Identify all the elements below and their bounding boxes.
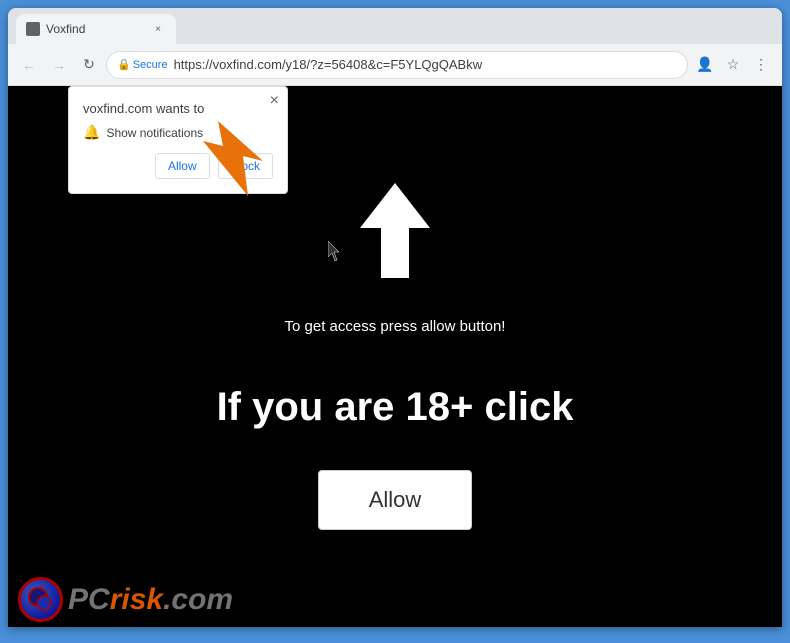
menu-button[interactable]: ⋮ bbox=[748, 52, 774, 78]
watermark-risk: risk bbox=[110, 583, 163, 616]
tab-title: Voxfind bbox=[46, 22, 144, 36]
page-content: × voxfind.com wants to 🔔 Show notificati… bbox=[8, 86, 782, 627]
up-arrow-shape bbox=[360, 183, 430, 278]
toolbar-right: 👤 ☆ ⋮ bbox=[692, 52, 774, 78]
secure-icon: 🔒 Secure bbox=[117, 58, 168, 71]
tab-favicon bbox=[26, 22, 40, 36]
address-bar: ← → ↻ 🔒 Secure https://voxfind.com/y18/?… bbox=[8, 44, 782, 86]
page-allow-button[interactable]: Allow bbox=[318, 470, 473, 530]
bookmark-button[interactable]: ☆ bbox=[720, 52, 746, 78]
up-arrow-container: To get access press allow button! If you… bbox=[217, 183, 574, 530]
forward-button[interactable]: → bbox=[46, 52, 72, 78]
tab-bar: Voxfind × bbox=[8, 8, 782, 44]
refresh-button[interactable]: ↻ bbox=[76, 52, 102, 78]
profile-button[interactable]: 👤 bbox=[692, 52, 718, 78]
back-button[interactable]: ← bbox=[16, 52, 42, 78]
popup-block-button[interactable]: Block bbox=[218, 153, 273, 179]
watermark-logo bbox=[18, 577, 63, 622]
bell-icon: 🔔 bbox=[83, 124, 100, 141]
url-bar[interactable]: 🔒 Secure https://voxfind.com/y18/?z=5640… bbox=[106, 51, 688, 79]
popup-close-button[interactable]: × bbox=[270, 93, 279, 109]
watermark-com: .com bbox=[163, 583, 233, 616]
watermark: PCrisk.com bbox=[18, 577, 233, 622]
url-text: https://voxfind.com/y18/?z=56408&c=F5YLQ… bbox=[174, 57, 677, 72]
browser-tab[interactable]: Voxfind × bbox=[16, 14, 176, 44]
watermark-text: PCrisk.com bbox=[68, 583, 233, 617]
notification-popup: × voxfind.com wants to 🔔 Show notificati… bbox=[68, 86, 288, 194]
popup-notification-text: Show notifications bbox=[106, 126, 203, 140]
arrow-head bbox=[360, 183, 430, 228]
page-main-text: If you are 18+ click bbox=[217, 385, 574, 430]
popup-notification-row: 🔔 Show notifications bbox=[83, 124, 273, 141]
popup-allow-button[interactable]: Allow bbox=[155, 153, 210, 179]
popup-title: voxfind.com wants to bbox=[83, 101, 273, 116]
arrow-body bbox=[381, 228, 409, 278]
popup-buttons: Allow Block bbox=[83, 153, 273, 179]
page-sub-text: To get access press allow button! bbox=[285, 318, 506, 335]
browser-window: Voxfind × ← → ↻ 🔒 Secure https://voxfind… bbox=[8, 8, 782, 627]
cursor bbox=[328, 241, 340, 259]
tab-close-button[interactable]: × bbox=[150, 21, 166, 37]
watermark-pc: PC bbox=[68, 583, 110, 616]
